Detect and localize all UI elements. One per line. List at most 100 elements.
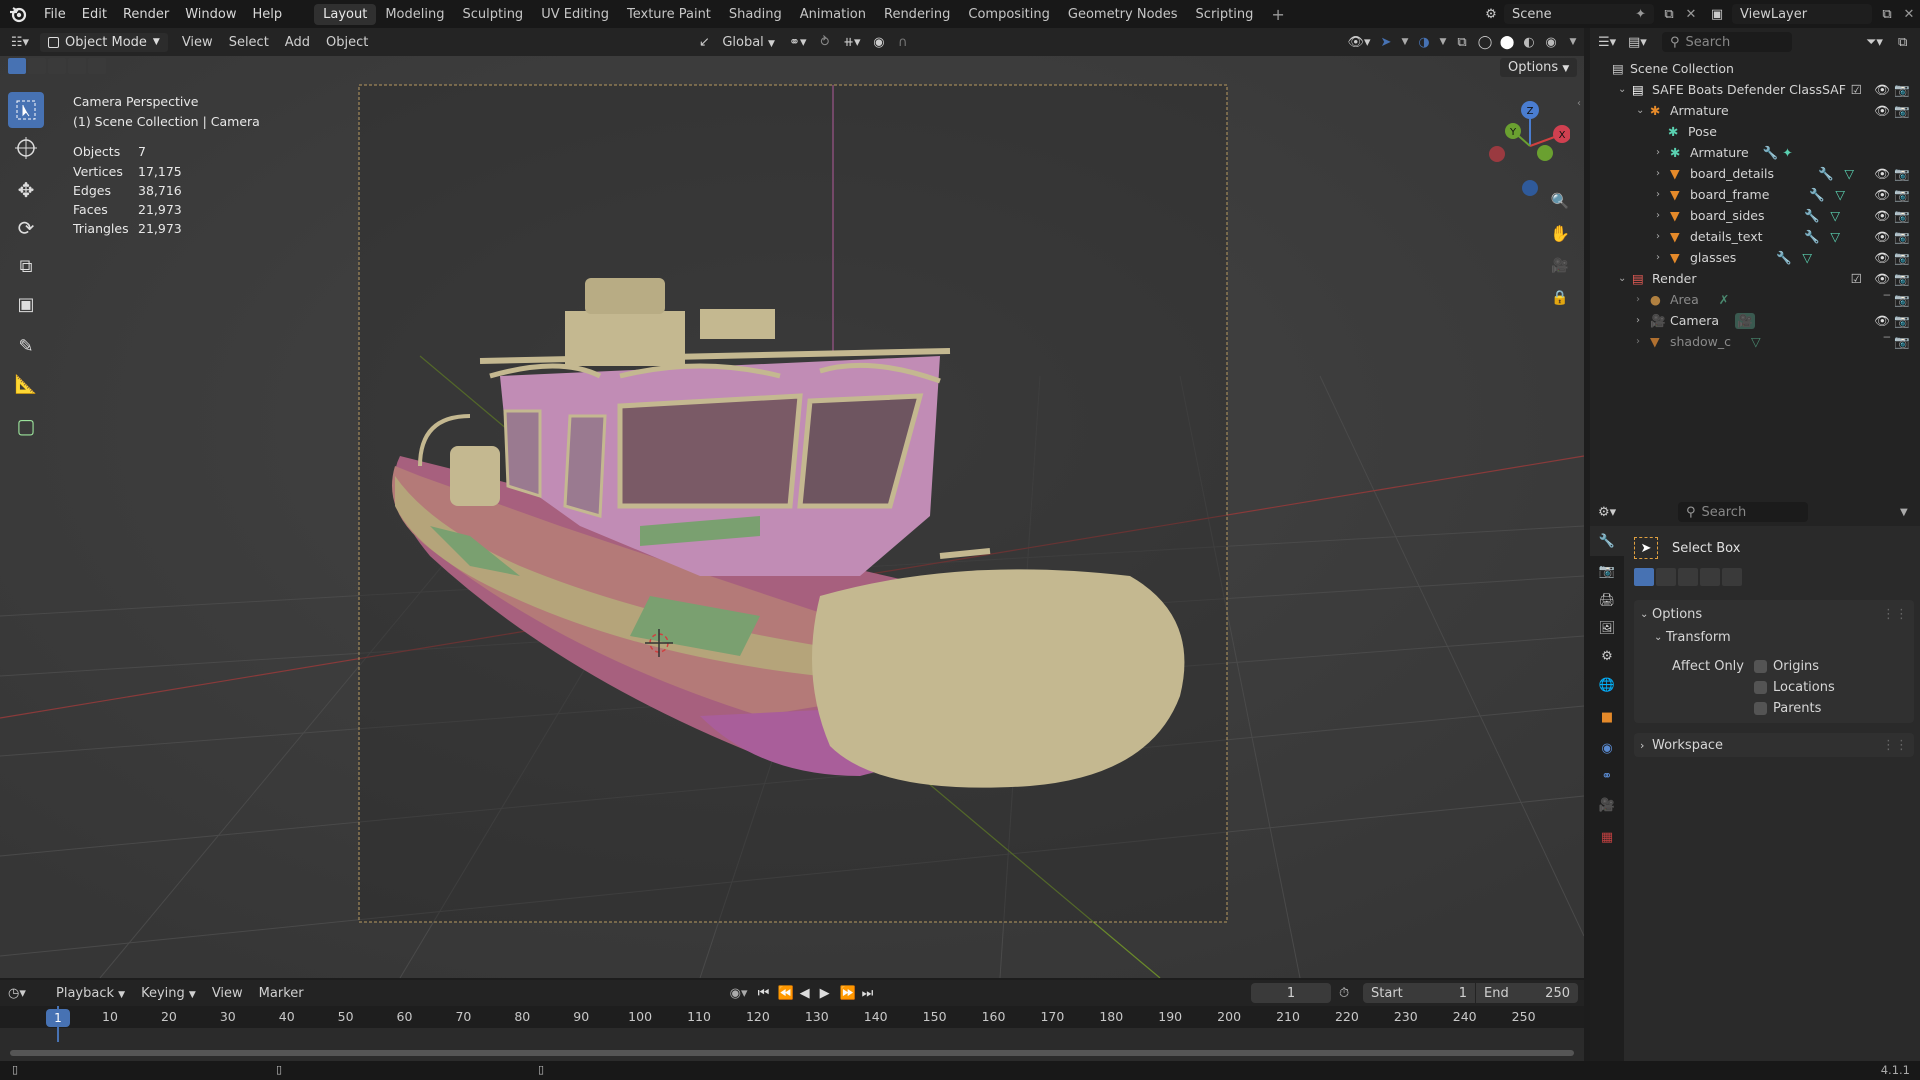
texture-tab-icon[interactable]: ▦ — [1590, 820, 1624, 854]
menu-select[interactable]: Select — [221, 33, 277, 52]
menu-help[interactable]: Help — [245, 7, 291, 22]
expand-arrow-icon[interactable]: › — [1656, 231, 1670, 242]
add-workspace-icon[interactable]: + — [1262, 2, 1293, 27]
visibility-eye-icon[interactable]: 👁 — [1874, 187, 1890, 203]
visibility-eye-icon[interactable]: 👁 — [1874, 103, 1890, 119]
play-icon[interactable]: ▶ — [820, 986, 840, 1001]
gizmo-dropdown-icon[interactable]: ▼ — [1398, 37, 1412, 47]
end-frame-field[interactable]: End 250 — [1476, 983, 1578, 1003]
outliner-row[interactable]: › ▼ glasses 🔧 ▽ 👁 📷 — [1590, 247, 1920, 268]
mode-intersect-button[interactable] — [1722, 568, 1742, 586]
drag-handle-icon[interactable]: ⋮⋮ — [1882, 607, 1908, 622]
new-scene-icon[interactable]: ⧉ — [1658, 7, 1680, 22]
render-camera-icon[interactable]: 📷 — [1894, 82, 1910, 98]
filter-icon[interactable]: ⏷▾ — [1866, 35, 1898, 50]
menu-window[interactable]: Window — [177, 7, 244, 22]
tab-animation[interactable]: Animation — [791, 4, 875, 25]
proportional-edit-icon[interactable]: ◉ — [867, 35, 891, 50]
hidden-eye-icon[interactable]: ‾ — [1884, 334, 1890, 349]
record-icon[interactable]: ◉▾ — [730, 986, 758, 1001]
visibility-eye-icon[interactable]: 👁 — [1874, 208, 1890, 224]
render-camera-icon[interactable]: 📷 — [1894, 187, 1910, 203]
3d-viewport[interactable]: Camera Perspective (1) Scene Collection … — [0, 56, 1584, 978]
outliner-row[interactable]: ⌄ ✱ Armature 👁 📷 — [1590, 100, 1920, 121]
render-camera-icon[interactable]: 📷 — [1894, 334, 1910, 350]
view-layer-selector[interactable]: ViewLayer — [1732, 4, 1872, 24]
view-layer-icon[interactable]: ▣ — [1702, 7, 1732, 22]
display-mode-icon[interactable]: ▤▾ — [1628, 35, 1662, 50]
tab-sculpting[interactable]: Sculpting — [453, 4, 532, 25]
render-camera-icon[interactable]: 📷 — [1894, 292, 1910, 308]
mode-selector[interactable]: Object Mode ▼ — [40, 32, 168, 52]
jump-end-icon[interactable]: ⏭ — [862, 986, 882, 1001]
outliner-root[interactable]: ▤ Scene Collection — [1590, 58, 1920, 79]
select-new-icon[interactable] — [8, 58, 26, 74]
expand-arrow-icon[interactable]: ⌄ — [1618, 84, 1632, 95]
zoom-icon[interactable]: 🔍 — [1548, 186, 1572, 216]
view-layer-tab-icon[interactable]: 🖼 — [1590, 614, 1624, 642]
select-subtract-icon[interactable] — [48, 58, 66, 74]
shading-dropdown-icon[interactable]: ▼ — [1562, 37, 1584, 47]
snap-icon[interactable]: ⥁ — [813, 35, 837, 50]
menu-keying[interactable]: Keying ▼ — [133, 984, 204, 1003]
outliner-row[interactable]: ⌄ ▤ SAFE Boats Defender ClassSAF ☑ 👁 📷 — [1590, 79, 1920, 100]
expand-arrow-icon[interactable]: › — [1656, 147, 1670, 158]
transform-subpanel-header[interactable]: ⌄ Transform — [1634, 624, 1914, 650]
transform-orientation-selector[interactable]: Global ▼ — [714, 33, 783, 52]
overlay-toggle-icon[interactable]: ◑ — [1412, 35, 1436, 50]
scene-icon[interactable]: ⚙ — [1478, 7, 1504, 22]
expand-arrow-icon[interactable]: › — [1656, 210, 1670, 221]
snap-target-icon[interactable]: ⧺▾ — [837, 35, 867, 50]
start-frame-field[interactable]: Start 1 — [1363, 983, 1475, 1003]
mode-new-button[interactable] — [1634, 568, 1654, 586]
tab-modeling[interactable]: Modeling — [376, 4, 453, 25]
workspace-panel[interactable]: › Workspace ⋮⋮ — [1634, 733, 1914, 757]
tab-texture-paint[interactable]: Texture Paint — [618, 4, 720, 25]
add-cube-tool[interactable]: ▢ — [8, 408, 44, 444]
render-camera-icon[interactable]: 📷 — [1894, 250, 1910, 266]
expand-arrow-icon[interactable]: › — [1656, 252, 1670, 263]
visibility-eye-icon[interactable]: 👁 — [1874, 229, 1890, 245]
scale-tool[interactable]: ⧉ — [8, 248, 44, 284]
material-shading-icon[interactable]: ◐ — [1518, 35, 1540, 50]
menu-render[interactable]: Render — [115, 7, 177, 22]
visibility-eye-icon[interactable]: 👁 — [1874, 271, 1890, 287]
stopwatch-icon[interactable]: ⏱ — [1339, 986, 1363, 1001]
object-data-tab-icon[interactable]: 🎥 — [1590, 790, 1624, 820]
expand-arrow-icon[interactable]: › — [1636, 336, 1650, 347]
menu-playback[interactable]: Playback ▼ — [48, 984, 133, 1003]
blender-logo-icon[interactable] — [0, 0, 36, 28]
rendered-shading-icon[interactable]: ◉ — [1540, 35, 1562, 50]
drag-handle-icon[interactable]: ⋮⋮ — [1882, 738, 1908, 753]
visibility-eye-icon[interactable]: 👁 — [1874, 166, 1890, 182]
origins-checkbox[interactable] — [1754, 660, 1767, 673]
play-reverse-icon[interactable]: ◀ — [800, 986, 820, 1001]
visibility-eye-icon[interactable]: 👁 — [1874, 82, 1890, 98]
playhead-frame-indicator[interactable]: 1 — [46, 1009, 70, 1027]
output-tab-icon[interactable]: 🖨 — [1590, 586, 1624, 614]
outliner-row[interactable]: › ✱ Armature 🔧 ✦ — [1590, 142, 1920, 163]
render-camera-icon[interactable]: 📷 — [1894, 313, 1910, 329]
jump-keyframe-forward-icon[interactable]: ⏩ — [840, 986, 862, 1001]
solid-shading-icon[interactable]: ⬤ — [1496, 35, 1518, 50]
render-tab-icon[interactable]: 📷 — [1590, 556, 1624, 586]
parents-checkbox[interactable] — [1754, 702, 1767, 715]
mode-extend-button[interactable] — [1656, 568, 1676, 586]
pan-hand-icon[interactable]: ✋ — [1548, 216, 1572, 250]
frame-ruler[interactable]: 10 20 30 40 50 60 70 80 90 100 110 120 130 140 150 160 1… — [0, 1006, 1584, 1028]
jump-start-icon[interactable]: ⏮ — [758, 986, 778, 1001]
tab-geometry-nodes[interactable]: Geometry Nodes — [1059, 4, 1187, 25]
render-camera-icon[interactable]: 📷 — [1894, 208, 1910, 224]
world-tab-icon[interactable]: 🌐 — [1590, 670, 1624, 700]
render-camera-icon[interactable]: 📷 — [1894, 271, 1910, 287]
expand-arrow-icon[interactable]: › — [1656, 168, 1670, 179]
render-camera-icon[interactable]: 📷 — [1894, 166, 1910, 182]
menu-marker[interactable]: Marker — [251, 984, 312, 1003]
select-intersect-icon[interactable] — [88, 58, 106, 74]
pivot-icon[interactable]: ⚭▾ — [783, 35, 813, 50]
object-tab-icon[interactable]: ■ — [1590, 700, 1624, 734]
menu-add[interactable]: Add — [277, 33, 318, 52]
rotate-tool[interactable]: ⟳ — [8, 210, 44, 246]
tab-rendering[interactable]: Rendering — [875, 4, 959, 25]
menu-object[interactable]: Object — [318, 33, 376, 52]
